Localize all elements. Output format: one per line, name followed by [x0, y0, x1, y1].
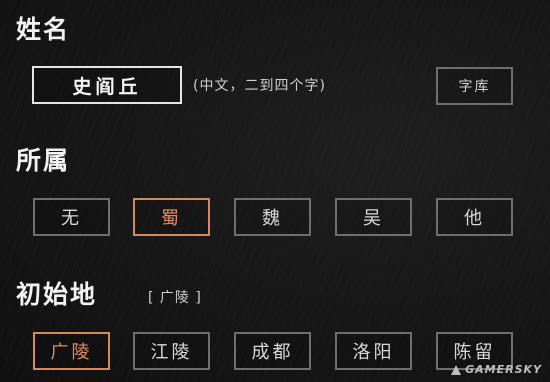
name-hint: (中文，二到四个字): [193, 78, 326, 94]
origin-option-luoyang[interactable]: 洛阳: [335, 332, 412, 370]
faction-option-shu[interactable]: 蜀: [133, 198, 210, 236]
faction-option-other[interactable]: 他: [436, 198, 513, 236]
gamersky-logo-icon: [451, 364, 462, 375]
current-origin-label: [ 广陵 ]: [148, 290, 202, 306]
name-section-title: 姓名: [16, 15, 71, 44]
origin-section-title: 初始地: [16, 280, 98, 309]
character-library-button[interactable]: 字库: [436, 67, 513, 105]
gamersky-watermark: GAMERSKY: [451, 363, 542, 376]
watermark-text: GAMERSKY: [465, 363, 542, 376]
faction-option-none[interactable]: 无: [33, 198, 110, 236]
faction-option-wei[interactable]: 魏: [234, 198, 311, 236]
name-input[interactable]: 史阎丘: [32, 66, 182, 104]
origin-option-chengdu[interactable]: 成都: [234, 332, 311, 370]
faction-section-title: 所属: [16, 146, 71, 175]
origin-option-guangling[interactable]: 广陵: [33, 332, 110, 370]
origin-option-jiangling[interactable]: 江陵: [133, 332, 210, 370]
faction-option-wu[interactable]: 吴: [335, 198, 412, 236]
